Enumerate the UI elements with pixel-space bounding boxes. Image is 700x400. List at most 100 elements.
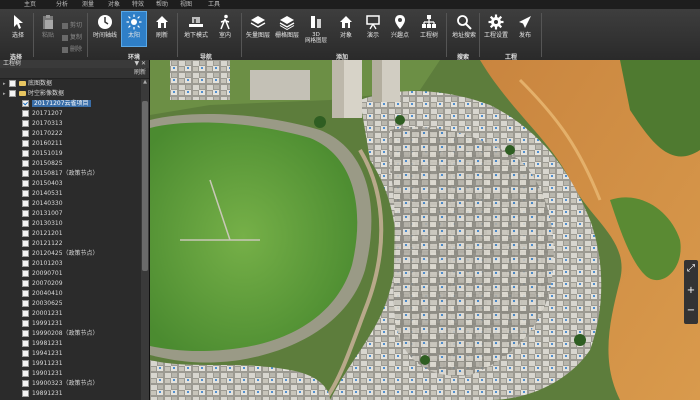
tree-item[interactable]: 19891231: [22, 389, 63, 398]
tree-item[interactable]: 20160211: [22, 139, 63, 148]
layer-checkbox[interactable]: [22, 190, 29, 197]
layer-checkbox[interactable]: [22, 160, 29, 167]
menu-item-view[interactable]: 视图: [180, 0, 192, 9]
tree-item[interactable]: 20171207云雀项目: [22, 99, 91, 108]
tree-item[interactable]: 19991231: [22, 319, 63, 328]
menu-item-object[interactable]: 对象: [108, 0, 120, 9]
paste-button[interactable]: 粘贴: [35, 12, 61, 48]
copy-button[interactable]: 复制: [62, 33, 82, 43]
layer-checkbox[interactable]: [22, 270, 29, 277]
poi-button[interactable]: 兴趣点: [387, 12, 413, 48]
scrollbar-thumb[interactable]: [142, 101, 148, 271]
layer-checkbox[interactable]: [9, 80, 16, 87]
layer-checkbox[interactable]: [22, 140, 29, 147]
refresh-button[interactable]: 刷新: [149, 12, 175, 48]
scroll-up-arrow[interactable]: ▲: [141, 79, 149, 85]
indoor-button[interactable]: 室内: [212, 12, 238, 48]
publish-button[interactable]: 发布: [512, 12, 538, 48]
tree-item[interactable]: 20070209: [22, 279, 63, 288]
tree-item[interactable]: 19941231: [22, 349, 63, 358]
tree-item[interactable]: 20130310: [22, 219, 63, 228]
menu-item-tools[interactable]: 工具: [208, 0, 220, 9]
tree-item[interactable]: 19990208（政策节点）: [22, 329, 99, 338]
map-view[interactable]: ⤢ + −: [150, 60, 700, 400]
cut-button[interactable]: 剪切: [62, 21, 82, 31]
menu-item-effects[interactable]: 特效: [132, 0, 144, 9]
layer-checkbox[interactable]: [22, 120, 29, 127]
layer-checkbox[interactable]: [22, 240, 29, 247]
delete-button[interactable]: 删除: [62, 45, 82, 55]
layer-checkbox[interactable]: [22, 250, 29, 257]
tree-folder[interactable]: ▸ 底图数据: [3, 79, 52, 88]
layer-checkbox[interactable]: [22, 380, 29, 387]
tree-item[interactable]: 19901231: [22, 369, 63, 378]
tree-item[interactable]: 20131007: [22, 209, 63, 218]
layer-checkbox[interactable]: [22, 360, 29, 367]
zoom-in-button[interactable]: +: [684, 284, 698, 298]
menu-item-measure[interactable]: 测量: [82, 0, 94, 9]
tree-item[interactable]: 20170313: [22, 119, 63, 128]
project-tree-button[interactable]: 工程树: [416, 12, 442, 48]
layer-checkbox[interactable]: [22, 220, 29, 227]
layer-checkbox[interactable]: [22, 390, 29, 397]
tree-item[interactable]: 19911231: [22, 359, 63, 368]
tree-folder[interactable]: ▸ 时空影像数据: [3, 89, 64, 98]
layer-checkbox[interactable]: [22, 110, 29, 117]
tree-item[interactable]: 20001231: [22, 309, 63, 318]
tree-item[interactable]: 20140531: [22, 189, 63, 198]
tree-item[interactable]: 20151019: [22, 149, 63, 158]
expand-arrow-icon[interactable]: ▸: [3, 80, 8, 89]
layer-checkbox[interactable]: [22, 210, 29, 217]
underground-mode-button[interactable]: 地下模式: [181, 12, 211, 48]
raster-layer-button[interactable]: 栅格图层: [273, 12, 301, 48]
tree-item[interactable]: 20150825: [22, 159, 63, 168]
select-button[interactable]: 选择: [5, 12, 31, 48]
tree-item[interactable]: 20150817（政策节点）: [22, 169, 99, 178]
layer-checkbox[interactable]: [22, 200, 29, 207]
layer-checkbox[interactable]: [22, 350, 29, 357]
tree-item[interactable]: 20090701: [22, 269, 63, 278]
object-button[interactable]: 对象: [333, 12, 359, 48]
vector-layer-button[interactable]: 矢量图层: [244, 12, 272, 48]
project-settings-button[interactable]: 工程设置: [482, 12, 510, 48]
layer-checkbox[interactable]: [22, 300, 29, 307]
tree-item[interactable]: 20101203: [22, 259, 63, 268]
tree-item[interactable]: 20121201: [22, 229, 63, 238]
tree-item[interactable]: 20171207: [22, 109, 63, 118]
menu-item-home[interactable]: 主页: [24, 0, 36, 9]
presentation-button[interactable]: 演示: [360, 12, 386, 48]
layer-checkbox[interactable]: [22, 340, 29, 347]
layer-checkbox[interactable]: [22, 170, 29, 177]
tree-item[interactable]: 20030625: [22, 299, 63, 308]
panel-controls[interactable]: ▼ ✕: [134, 60, 146, 68]
sun-button[interactable]: 太阳: [121, 11, 147, 47]
tree-item[interactable]: 20170222: [22, 129, 63, 138]
tree-item[interactable]: 19981231: [22, 339, 63, 348]
tree-refresh-button[interactable]: 刷新: [134, 69, 146, 77]
layer-checkbox[interactable]: [22, 370, 29, 377]
menu-item-help[interactable]: 帮助: [156, 0, 168, 9]
layer-checkbox[interactable]: [22, 180, 29, 187]
layer-checkbox[interactable]: [22, 100, 29, 107]
menu-item-analysis[interactable]: 分析: [56, 0, 68, 9]
zoom-out-button[interactable]: −: [684, 304, 698, 318]
layer-checkbox[interactable]: [22, 130, 29, 137]
tree-scrollbar[interactable]: ▲: [141, 79, 149, 400]
tree-item[interactable]: 20120425（政策节点）: [22, 249, 99, 258]
timeline-button[interactable]: 时间轴线: [90, 12, 120, 48]
tree-item[interactable]: 19900323（政策节点）: [22, 379, 99, 388]
layer-checkbox[interactable]: [22, 280, 29, 287]
layer-checkbox[interactable]: [22, 320, 29, 327]
layer-checkbox[interactable]: [22, 290, 29, 297]
tree-item[interactable]: 20040410: [22, 289, 63, 298]
address-search-button[interactable]: 地址搜索: [450, 12, 478, 48]
layer-checkbox[interactable]: [22, 230, 29, 237]
mesh-layer-button[interactable]: 3D 网格图层: [302, 12, 330, 48]
tree-item[interactable]: 20121122: [22, 239, 63, 248]
expand-arrow-icon[interactable]: ▸: [3, 90, 8, 99]
tree-item[interactable]: 20140330: [22, 199, 63, 208]
layer-checkbox[interactable]: [22, 150, 29, 157]
layer-checkbox[interactable]: [22, 260, 29, 267]
tree-item[interactable]: 20150403: [22, 179, 63, 188]
layer-checkbox[interactable]: [9, 90, 16, 97]
